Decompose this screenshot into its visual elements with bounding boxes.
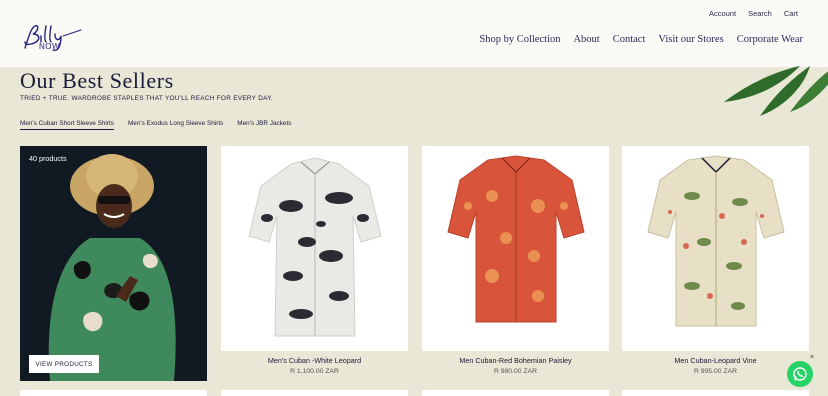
whatsapp-icon (793, 367, 807, 381)
section-subtitle: TRIED + TRUE. WARDROBE STAPLES THAT YOU'… (20, 95, 274, 102)
next-row-card (20, 390, 207, 396)
product-image-leopard-vine[interactable] (622, 146, 809, 351)
next-row-card (221, 390, 408, 396)
whatsapp-close-icon[interactable]: × (810, 354, 814, 361)
account-link[interactable]: Account (709, 9, 736, 18)
section-title: Our Best Sellers (20, 68, 174, 93)
tab-exodus-long-sleeve[interactable]: Men's Exodus Long Sleeve Shirts (128, 120, 223, 130)
brand-logo[interactable]: NOW (19, 22, 83, 54)
collection-promo-card[interactable]: 40 products VIEW PRODUCTS (20, 146, 207, 381)
product-count: 40 products (29, 154, 67, 163)
search-link[interactable]: Search (748, 9, 772, 18)
product-price: R 995.00 ZAR (693, 368, 738, 375)
nav-visit-stores[interactable]: Visit our Stores (658, 34, 723, 45)
nav-shop-by-collection[interactable]: Shop by Collection (479, 34, 560, 45)
shirt-white-leopard (248, 157, 382, 337)
site-header: NOW Account Search Cart Shop by Collecti… (0, 0, 828, 67)
next-row-card (422, 390, 609, 396)
view-products-button[interactable]: VIEW PRODUCTS (29, 355, 99, 373)
tab-cuban-short-sleeve[interactable]: Men's Cuban Short Sleeve Shirts (20, 120, 114, 130)
shirt-leopard-vine (647, 155, 785, 327)
product-name[interactable]: Men's Cuban -White Leopard (221, 356, 408, 365)
nav-contact[interactable]: Contact (613, 34, 646, 45)
utility-nav: Account Search Cart (709, 9, 798, 18)
product-name[interactable]: Men Cuban-Leopard Vine (622, 356, 809, 365)
product-price: R 1,100.00 ZAR (290, 368, 339, 375)
logo-subtext: NOW (39, 42, 61, 51)
leaves-decoration-icon (724, 66, 828, 116)
product-price: R 980.00 ZAR (493, 368, 538, 375)
nav-corporate-wear[interactable]: Corporate Wear (737, 34, 803, 45)
main-nav: Shop by Collection About Contact Visit o… (479, 34, 803, 45)
nav-about[interactable]: About (573, 34, 599, 45)
tab-jbr-jackets[interactable]: Men's JBR Jackets (237, 120, 291, 130)
cart-link[interactable]: Cart (784, 9, 798, 18)
shirt-red-paisley (447, 155, 585, 323)
product-name[interactable]: Men Cuban-Red Bohemian Paisley (422, 356, 609, 365)
whatsapp-chat-button[interactable] (787, 361, 813, 387)
product-image-white-leopard[interactable] (221, 146, 408, 351)
model-photo (20, 146, 207, 381)
next-row-card (622, 390, 809, 396)
collection-tabs: Men's Cuban Short Sleeve Shirts Men's Ex… (20, 120, 291, 130)
product-image-red-bohemian-paisley[interactable] (422, 146, 609, 351)
